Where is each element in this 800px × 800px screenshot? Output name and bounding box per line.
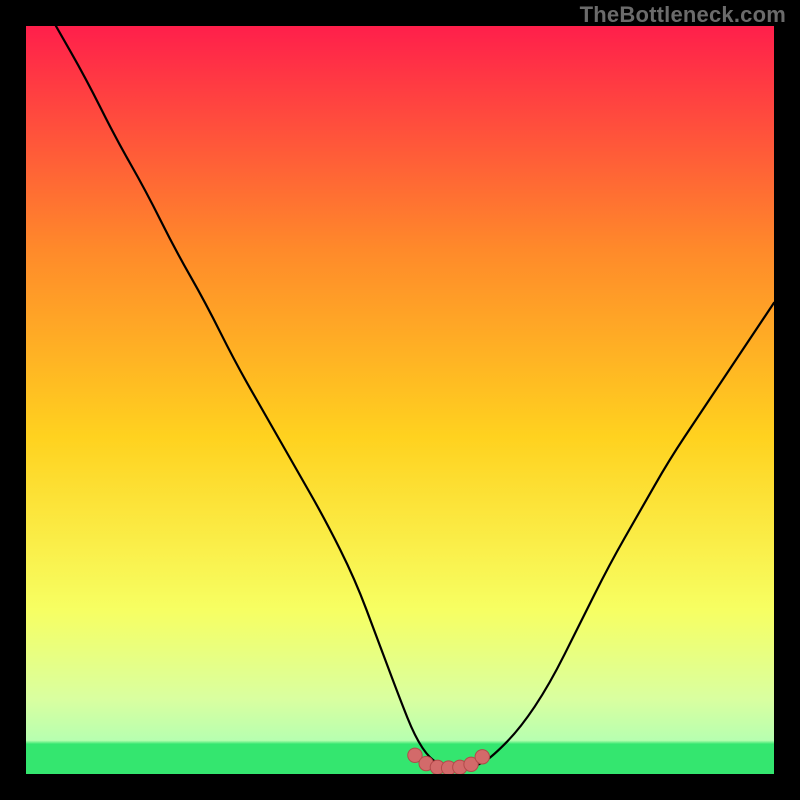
plot-area: [26, 26, 774, 774]
bottleneck-chart: [26, 26, 774, 774]
gradient-background: [26, 26, 774, 774]
watermark-text: TheBottleneck.com: [580, 2, 786, 28]
chart-frame: TheBottleneck.com: [0, 0, 800, 800]
optimal-marker: [475, 750, 489, 764]
